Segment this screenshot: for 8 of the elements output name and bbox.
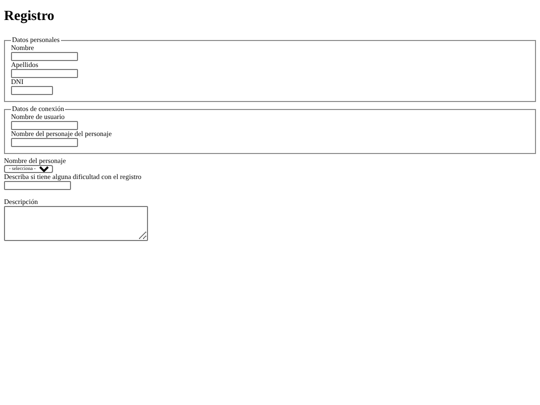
text-field[interactable]: [11, 121, 78, 130]
text-field[interactable]: [11, 138, 78, 147]
text-field[interactable]: [4, 181, 71, 190]
text-field[interactable]: [11, 52, 78, 61]
page-title: Registro: [4, 8, 54, 26]
text-field[interactable]: [11, 86, 53, 95]
text-area[interactable]: [4, 206, 148, 241]
text-field[interactable]: [11, 69, 78, 78]
